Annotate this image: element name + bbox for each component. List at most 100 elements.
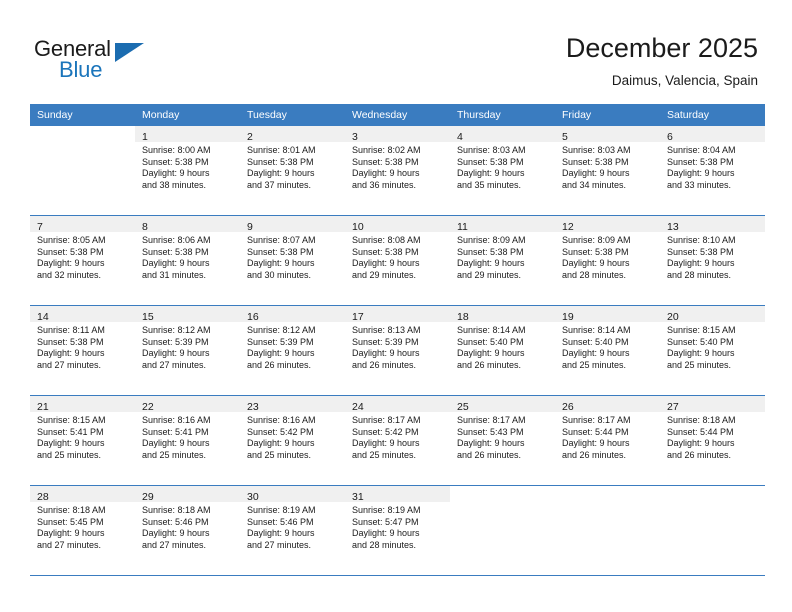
sunrise-time: Sunrise: 8:19 AM [352, 505, 421, 515]
calendar-day-cell[interactable]: 20 Sunrise: 8:15 AM Sunset: 5:40 PM Dayligh… [660, 305, 765, 396]
day-cell-inner: 17 Sunrise: 8:13 AM Sunset: 5:39 PM Dayligh… [345, 306, 450, 395]
calendar-day-cell[interactable]: 3 Sunrise: 8:02 AM Sunset: 5:38 PM Daylight… [345, 126, 450, 216]
day-number: 3 [352, 131, 358, 143]
day-number-band: 4 [450, 126, 555, 143]
calendar-day-cell[interactable]: 26 Sunrise: 8:17 AM Sunset: 5:44 PM Dayligh… [555, 395, 660, 486]
sunrise-time: Sunrise: 8:01 AM [247, 145, 316, 155]
sun-info: Sunrise: 8:04 AM Sunset: 5:38 PM Daylight:… [660, 142, 765, 191]
calendar-day-cell[interactable]: 2 Sunrise: 8:01 AM Sunset: 5:38 PM Daylight… [240, 126, 345, 216]
calendar-day-cell[interactable]: 23 Sunrise: 8:16 AM Sunset: 5:42 PM Dayligh… [240, 395, 345, 486]
daylight-duration-line1: Daylight: 9 hours [352, 528, 420, 539]
day-number-band: 20 [660, 306, 765, 323]
day-cell-inner: 27 Sunrise: 8:18 AM Sunset: 5:44 PM Dayligh… [660, 396, 765, 485]
day-number: 8 [142, 221, 148, 233]
sunrise-time: Sunrise: 8:09 AM [562, 235, 631, 245]
day-number: 19 [562, 311, 574, 323]
calendar-day-cell[interactable]: 29 Sunrise: 8:18 AM Sunset: 5:46 PM Dayligh… [135, 485, 240, 576]
daylight-duration-line1: Daylight: 9 hours [37, 528, 105, 539]
calendar-day-cell[interactable]: 25 Sunrise: 8:17 AM Sunset: 5:43 PM Dayligh… [450, 395, 555, 486]
daylight-duration-line2: and 35 minutes. [457, 179, 522, 190]
calendar-day-cell[interactable]: 27 Sunrise: 8:18 AM Sunset: 5:44 PM Dayligh… [660, 395, 765, 486]
sunset-time: Sunset: 5:44 PM [667, 426, 734, 437]
calendar-day-cell[interactable]: 22 Sunrise: 8:16 AM Sunset: 5:41 PM Dayligh… [135, 395, 240, 486]
calendar-day-cell[interactable]: 17 Sunrise: 8:13 AM Sunset: 5:39 PM Dayligh… [345, 305, 450, 396]
calendar-day-cell[interactable]: 30 Sunrise: 8:19 AM Sunset: 5:46 PM Dayligh… [240, 485, 345, 576]
day-number-band: 23 [240, 396, 345, 413]
title-block: December 2025 Daimus, Valencia, Spain [278, 32, 758, 89]
daylight-duration-line1: Daylight: 9 hours [247, 348, 315, 359]
day-cell-inner: 18 Sunrise: 8:14 AM Sunset: 5:40 PM Dayligh… [450, 306, 555, 395]
daylight-duration-line1: Daylight: 9 hours [457, 348, 525, 359]
sun-info: Sunrise: 8:19 AM Sunset: 5:46 PM Daylight:… [240, 502, 345, 551]
page-title: December 2025 [565, 33, 758, 63]
sun-info: Sunrise: 8:05 AM Sunset: 5:38 PM Daylight:… [30, 232, 135, 281]
sun-info: Sunrise: 8:17 AM Sunset: 5:44 PM Daylight:… [555, 412, 660, 461]
calendar-day-cell[interactable]: 9 Sunrise: 8:07 AM Sunset: 5:38 PM Daylight… [240, 215, 345, 306]
sunset-time: Sunset: 5:38 PM [142, 156, 209, 167]
calendar-day-cell[interactable]: 1 Sunrise: 8:00 AM Sunset: 5:38 PM Daylight… [135, 126, 240, 216]
daylight-duration-line1: Daylight: 9 hours [142, 258, 210, 269]
daylight-duration-line1: Daylight: 9 hours [142, 168, 210, 179]
day-cell-inner: 1 Sunrise: 8:00 AM Sunset: 5:38 PM Daylight… [135, 126, 240, 215]
calendar-day-cell[interactable]: 12 Sunrise: 8:09 AM Sunset: 5:38 PM Dayligh… [555, 215, 660, 306]
daylight-duration-line1: Daylight: 9 hours [562, 438, 630, 449]
calendar-day-cell[interactable]: 10 Sunrise: 8:08 AM Sunset: 5:38 PM Dayligh… [345, 215, 450, 306]
daylight-duration-line2: and 25 minutes. [37, 449, 102, 460]
day-number: 14 [37, 311, 49, 323]
calendar-day-cell[interactable]: 16 Sunrise: 8:12 AM Sunset: 5:39 PM Dayligh… [240, 305, 345, 396]
day-number-band: 19 [555, 306, 660, 323]
calendar-day-cell[interactable]: 13 Sunrise: 8:10 AM Sunset: 5:38 PM Dayligh… [660, 215, 765, 306]
day-number: 15 [142, 311, 154, 323]
day-cell-inner: 4 Sunrise: 8:03 AM Sunset: 5:38 PM Daylight… [450, 126, 555, 215]
daylight-duration-line1: Daylight: 9 hours [37, 438, 105, 449]
day-number: 26 [562, 401, 574, 413]
calendar-day-cell[interactable]: 4 Sunrise: 8:03 AM Sunset: 5:38 PM Daylight… [450, 126, 555, 216]
sun-info: Sunrise: 8:18 AM Sunset: 5:44 PM Daylight:… [660, 412, 765, 461]
sunrise-time: Sunrise: 8:15 AM [667, 325, 736, 335]
day-number-band: 18 [450, 306, 555, 323]
day-number-band: 26 [555, 396, 660, 413]
calendar-day-cell[interactable]: 6 Sunrise: 8:04 AM Sunset: 5:38 PM Daylight… [660, 126, 765, 216]
sunrise-time: Sunrise: 8:07 AM [247, 235, 316, 245]
weekday-header-wednesday: Wednesday [345, 104, 450, 126]
sunset-time: Sunset: 5:38 PM [667, 156, 734, 167]
sun-info: Sunrise: 8:16 AM Sunset: 5:41 PM Daylight:… [135, 412, 240, 461]
calendar-day-cell[interactable]: 18 Sunrise: 8:14 AM Sunset: 5:40 PM Dayligh… [450, 305, 555, 396]
weekday-header-monday: Monday [135, 104, 240, 126]
sunset-time: Sunset: 5:38 PM [352, 246, 419, 257]
day-number-band: 31 [345, 486, 450, 503]
day-number: 1 [142, 131, 148, 143]
daylight-duration-line1: Daylight: 9 hours [667, 348, 735, 359]
calendar-day-cell[interactable]: 8 Sunrise: 8:06 AM Sunset: 5:38 PM Daylight… [135, 215, 240, 306]
calendar-day-cell[interactable]: 5 Sunrise: 8:03 AM Sunset: 5:38 PM Daylight… [555, 126, 660, 216]
calendar-day-cell[interactable]: 31 Sunrise: 8:19 AM Sunset: 5:47 PM Dayligh… [345, 485, 450, 576]
general-blue-logo: General Blue [34, 36, 214, 88]
day-number: 27 [667, 401, 679, 413]
daylight-duration-line2: and 27 minutes. [142, 359, 207, 370]
day-cell-inner: 3 Sunrise: 8:02 AM Sunset: 5:38 PM Daylight… [345, 126, 450, 215]
day-cell-inner: 5 Sunrise: 8:03 AM Sunset: 5:38 PM Daylight… [555, 126, 660, 215]
daylight-duration-line1: Daylight: 9 hours [352, 438, 420, 449]
day-number: 4 [457, 131, 463, 143]
calendar-day-cell[interactable]: 24 Sunrise: 8:17 AM Sunset: 5:42 PM Dayligh… [345, 395, 450, 486]
day-number-band: 22 [135, 396, 240, 413]
day-number-band: 8 [135, 216, 240, 233]
calendar-day-cell[interactable]: 7 Sunrise: 8:05 AM Sunset: 5:38 PM Daylight… [30, 215, 135, 306]
calendar-week-row: 1 Sunrise: 8:00 AM Sunset: 5:38 PM Daylight… [30, 126, 765, 216]
calendar-week-row: 21 Sunrise: 8:15 AM Sunset: 5:41 PM Dayligh… [30, 395, 765, 486]
day-number: 24 [352, 401, 364, 413]
calendar-day-cell[interactable]: 19 Sunrise: 8:14 AM Sunset: 5:40 PM Dayligh… [555, 305, 660, 396]
sunrise-time: Sunrise: 8:03 AM [457, 145, 526, 155]
day-cell-inner: 8 Sunrise: 8:06 AM Sunset: 5:38 PM Daylight… [135, 216, 240, 305]
daylight-duration-line2: and 25 minutes. [562, 359, 627, 370]
daylight-duration-line2: and 26 minutes. [667, 449, 732, 460]
calendar-day-cell[interactable]: 21 Sunrise: 8:15 AM Sunset: 5:41 PM Dayligh… [30, 395, 135, 486]
calendar-day-cell[interactable]: 15 Sunrise: 8:12 AM Sunset: 5:39 PM Dayligh… [135, 305, 240, 396]
day-cell-inner [450, 486, 555, 575]
daylight-duration-line2: and 36 minutes. [352, 179, 417, 190]
sunset-time: Sunset: 5:45 PM [37, 516, 104, 527]
calendar-day-cell[interactable]: 11 Sunrise: 8:09 AM Sunset: 5:38 PM Dayligh… [450, 215, 555, 306]
calendar-day-cell[interactable]: 14 Sunrise: 8:11 AM Sunset: 5:38 PM Dayligh… [30, 305, 135, 396]
calendar-day-cell[interactable]: 28 Sunrise: 8:18 AM Sunset: 5:45 PM Dayligh… [30, 485, 135, 576]
page-header: General Blue December 2025 Daimus, Valen… [0, 0, 792, 104]
